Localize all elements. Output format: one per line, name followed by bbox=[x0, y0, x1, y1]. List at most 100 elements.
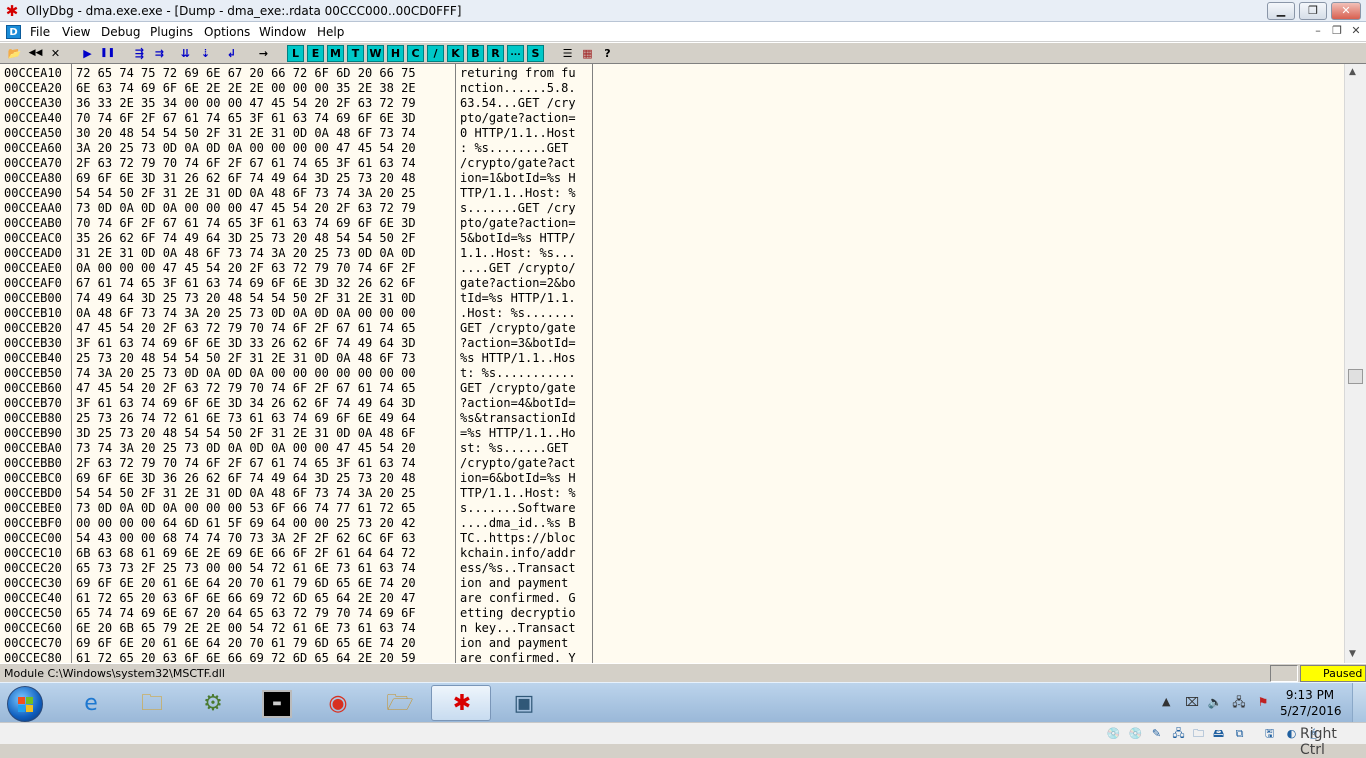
shared-folder-icon[interactable]: 🗀 bbox=[1191, 726, 1206, 741]
execute-till-return-icon[interactable]: ↲ bbox=[223, 45, 240, 62]
close-icon[interactable]: ✕ bbox=[47, 45, 64, 62]
vm-status-bar: 💿 💿 ✎ 🖧 🗀 🖴 ⧉ 🖫 ◐ 🖱 Right Ctrl bbox=[0, 722, 1366, 758]
taskbar-button[interactable]: ▣ bbox=[493, 685, 553, 721]
taskbar-button[interactable]: ✱ bbox=[431, 685, 491, 721]
dump-ascii: s.......GET /cry bbox=[460, 201, 576, 215]
list-icon[interactable]: ☰ bbox=[559, 45, 576, 62]
start-button[interactable] bbox=[7, 686, 43, 722]
pencil-icon[interactable]: ✎ bbox=[1149, 726, 1164, 741]
breakpoints-button[interactable]: B bbox=[467, 45, 484, 62]
network-icon[interactable]: 🖧 bbox=[1231, 694, 1247, 710]
dump-hex-bytes: 6E 63 74 69 6F 6E 2E 2E 2E 00 00 00 35 2… bbox=[76, 81, 416, 95]
menu-options[interactable]: Options bbox=[204, 25, 250, 39]
scroll-down-arrow-icon[interactable]: ▼ bbox=[1349, 649, 1356, 659]
mdi-close-button[interactable]: ✕ bbox=[1347, 24, 1365, 39]
windows-button[interactable]: W bbox=[367, 45, 384, 62]
window-title: OllyDbg - dma.exe.exe - [Dump - dma_exe:… bbox=[26, 4, 462, 18]
help-icon[interactable]: ? bbox=[599, 45, 616, 62]
usb-icon[interactable]: 🖫 bbox=[1262, 726, 1277, 741]
mdi-minimize-button[interactable]: – bbox=[1309, 24, 1327, 39]
dump-ascii: ion=1&botId=%s H bbox=[460, 171, 576, 185]
file-explorer-icon: 🗀 bbox=[140, 691, 163, 716]
cpu-button[interactable]: C bbox=[407, 45, 424, 62]
clock[interactable]: 9:13 PM 5/27/2016 bbox=[1280, 687, 1342, 719]
menu-debug[interactable]: Debug bbox=[101, 25, 140, 39]
references-button[interactable]: R bbox=[487, 45, 504, 62]
menu-view[interactable]: View bbox=[62, 25, 90, 39]
dump-hex-bytes: 2F 63 72 79 70 74 6F 2F 67 61 74 65 3F 6… bbox=[76, 156, 416, 170]
step-over-icon[interactable]: ⇉ bbox=[151, 45, 168, 62]
document-icon[interactable]: D bbox=[6, 25, 21, 39]
dump-address: 00CCEC40 bbox=[4, 591, 62, 605]
taskbar-button[interactable]: e bbox=[60, 685, 120, 721]
trace-into-icon[interactable]: ⇊ bbox=[177, 45, 194, 62]
step-into-icon[interactable]: ⇶ bbox=[131, 45, 148, 62]
taskbar-button[interactable]: 🗀 bbox=[121, 685, 181, 721]
log-window-button[interactable]: L bbox=[287, 45, 304, 62]
network-adapter-icon[interactable]: 🖧 bbox=[1171, 726, 1186, 741]
dump-hex-bytes: 69 6F 6E 3D 36 26 62 6F 74 49 64 3D 25 7… bbox=[76, 471, 416, 485]
dump-pane[interactable]: 00CCEA10 72 65 74 75 72 69 6E 67 20 66 72… bbox=[0, 64, 1344, 663]
restore-button[interactable]: ❐ bbox=[1299, 2, 1327, 20]
vertical-scrollbar[interactable]: ▲ ▼ bbox=[1344, 64, 1366, 663]
dump-ascii: GET /crypto/gate bbox=[460, 381, 576, 395]
dump-address: 00CCEC60 bbox=[4, 621, 62, 635]
mdi-restore-button[interactable]: ❐ bbox=[1328, 24, 1346, 39]
taskbar-button[interactable]: 🗁 bbox=[369, 685, 429, 721]
dump-hex-bytes: 6B 63 68 61 69 6E 2E 69 6E 66 6F 2F 61 6… bbox=[76, 546, 416, 560]
run-icon[interactable]: ▶ bbox=[79, 45, 96, 62]
handles-button[interactable]: H bbox=[387, 45, 404, 62]
dump-hex-bytes: 61 72 65 20 63 6F 6E 66 69 72 6D 65 64 2… bbox=[76, 591, 416, 605]
show-hidden-icons-icon[interactable]: ▲ bbox=[1162, 695, 1170, 708]
display-icon[interactable]: 🖴 bbox=[1211, 726, 1226, 741]
dump-hex-bytes: 35 26 62 6F 74 49 64 3D 25 73 20 48 54 5… bbox=[76, 231, 416, 245]
call-stack-button[interactable]: K bbox=[447, 45, 464, 62]
minimize-button[interactable]: ▁ bbox=[1267, 2, 1295, 20]
open-icon[interactable]: 📂 bbox=[6, 45, 23, 62]
scroll-up-arrow-icon[interactable]: ▲ bbox=[1349, 67, 1356, 77]
dump-hex-bytes: 73 0D 0A 0D 0A 00 00 00 53 6F 66 74 77 6… bbox=[76, 501, 416, 515]
close-window-button[interactable]: ✕ bbox=[1331, 2, 1361, 20]
dump-ascii: n key...Transact bbox=[460, 621, 576, 635]
executable-modules-button[interactable]: E bbox=[307, 45, 324, 62]
patches-button[interactable]: / bbox=[427, 45, 444, 62]
action-center-icon[interactable]: ⚑ bbox=[1255, 694, 1271, 710]
dump-ascii: ....GET /crypto/ bbox=[460, 261, 576, 275]
menu-file[interactable]: File bbox=[30, 25, 50, 39]
pause-icon[interactable]: ❚❚ bbox=[99, 45, 116, 62]
menu-plugins[interactable]: Plugins bbox=[150, 25, 193, 39]
menu-window[interactable]: Window bbox=[259, 25, 306, 39]
rewind-icon[interactable]: ◀◀ bbox=[27, 45, 44, 62]
menu-help[interactable]: Help bbox=[317, 25, 344, 39]
run-trace-button[interactable]: ... bbox=[507, 45, 524, 62]
taskbar-button[interactable]: ⚙ bbox=[182, 685, 242, 721]
show-desktop-button[interactable] bbox=[1352, 683, 1366, 723]
source-button[interactable]: S bbox=[527, 45, 544, 62]
dump-ascii: : %s........GET bbox=[460, 141, 576, 155]
usb-device-icon[interactable]: ⌧ bbox=[1184, 694, 1200, 710]
dump-hex-bytes: 25 73 20 48 54 54 50 2F 31 2E 31 0D 0A 4… bbox=[76, 351, 416, 365]
threads-button[interactable]: T bbox=[347, 45, 364, 62]
column-divider bbox=[592, 64, 593, 663]
dump-address: 00CCEBB0 bbox=[4, 456, 62, 470]
optical-drive-icon[interactable]: 💿 bbox=[1106, 726, 1121, 741]
windows-flag-icon bbox=[18, 705, 25, 712]
dump-address: 00CCEC80 bbox=[4, 651, 62, 663]
dump-address: 00CCEC50 bbox=[4, 606, 62, 620]
dump-ascii: ?action=4&botId= bbox=[460, 396, 576, 410]
dump-address: 00CCEC00 bbox=[4, 531, 62, 545]
optical-drive-icon[interactable]: 💿 bbox=[1128, 726, 1143, 741]
taskbar-button[interactable]: ▬ bbox=[246, 685, 306, 721]
taskbar-button[interactable]: ◉ bbox=[307, 685, 367, 721]
appearance-icon[interactable]: ▦ bbox=[579, 45, 596, 62]
dump-hex-bytes: 73 0D 0A 0D 0A 00 00 00 47 45 54 20 2F 6… bbox=[76, 201, 416, 215]
memory-map-button[interactable]: M bbox=[327, 45, 344, 62]
go-to-icon[interactable]: → bbox=[255, 45, 272, 62]
recording-icon[interactable]: ◐ bbox=[1284, 726, 1299, 741]
scroll-thumb[interactable] bbox=[1348, 369, 1363, 384]
speaker-icon[interactable]: 🔈 bbox=[1207, 694, 1223, 710]
dump-address: 00CCEA40 bbox=[4, 111, 62, 125]
trace-over-icon[interactable]: ⇣ bbox=[197, 45, 214, 62]
dump-hex-bytes: 61 72 65 20 63 6F 6E 66 69 72 6D 65 64 2… bbox=[76, 651, 416, 663]
video-capture-icon[interactable]: ⧉ bbox=[1232, 726, 1247, 741]
